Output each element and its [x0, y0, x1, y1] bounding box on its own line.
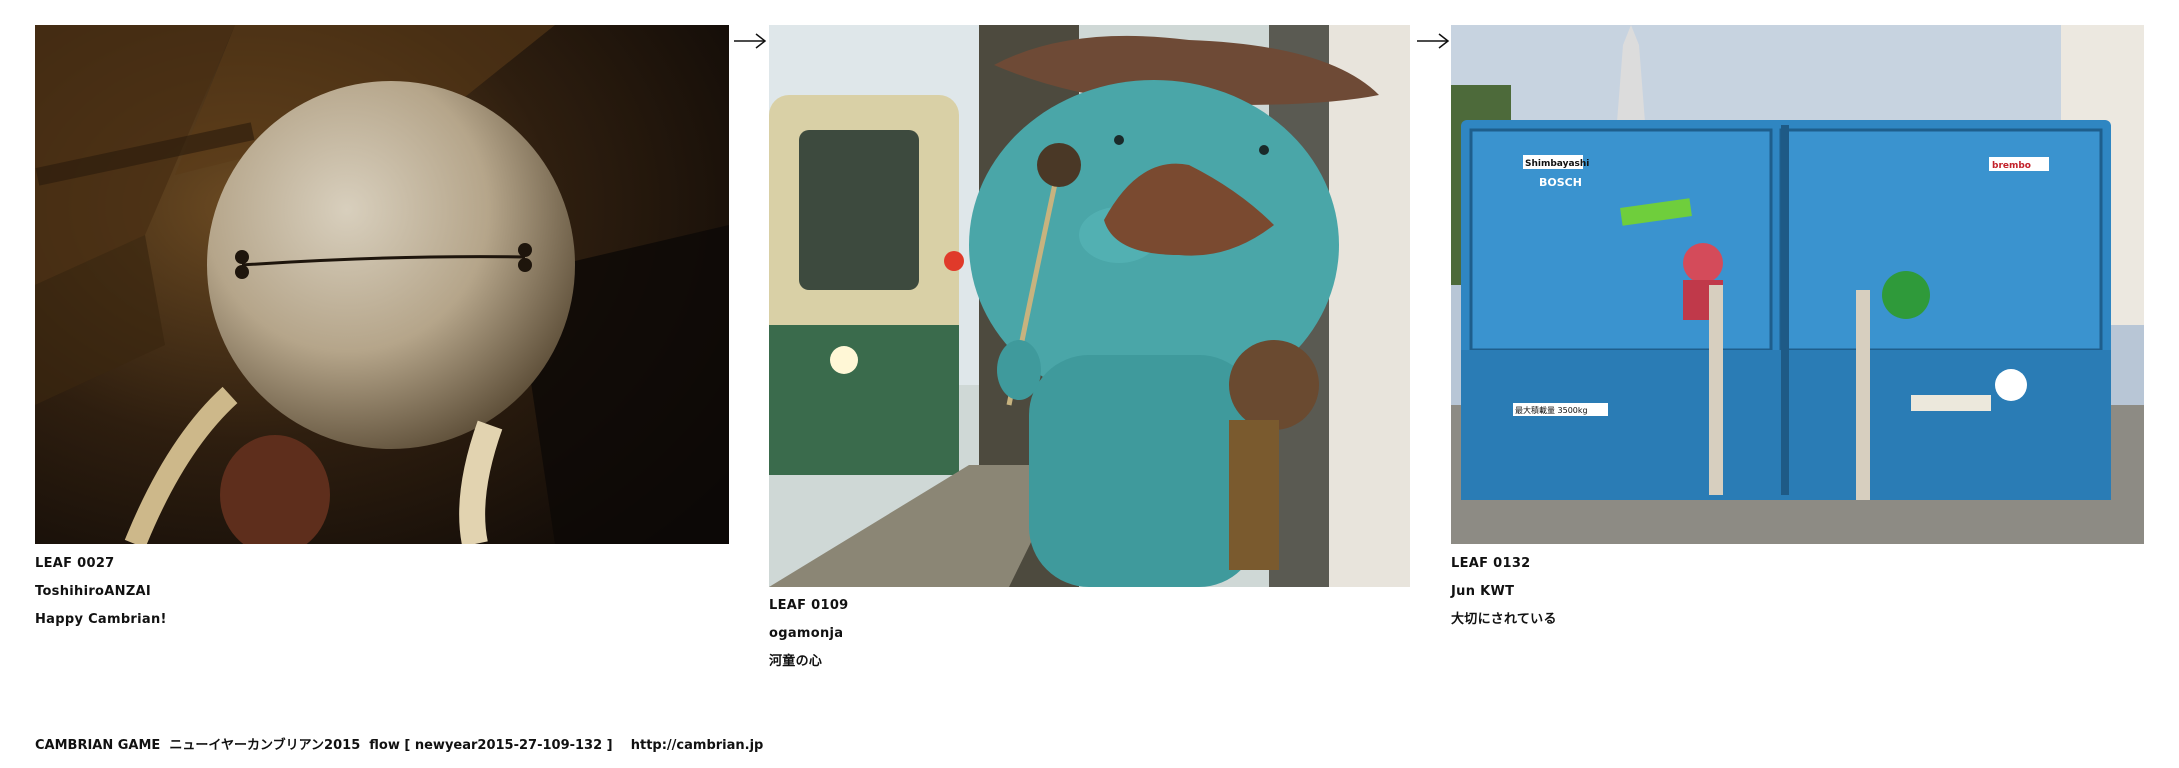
truck-sticker-2: BOSCH: [1539, 176, 1582, 189]
footer-text: CAMBRIAN GAME ニューイヤーカンブリアン2015 flow [ ne…: [35, 738, 613, 753]
leaf-title: 河童の心: [769, 654, 823, 669]
leaf-0027-photo[interactable]: [35, 25, 729, 544]
footer: CAMBRIAN GAME ニューイヤーカンブリアン2015 flow [ ne…: [35, 734, 763, 753]
arrow-right-icon: [734, 33, 767, 49]
leaf-0132-caption: LEAF 0132 Jun KWT 大切にされている: [1451, 550, 1557, 634]
truck-plate: 最大積載量 3500kg: [1515, 405, 1588, 415]
leaf-0132-photo[interactable]: Shimbayashi BOSCH brembo 最大積載量 3500kg: [1451, 25, 2144, 544]
leaf-title: Happy Cambrian!: [35, 612, 167, 627]
leaf-id: LEAF 0027: [35, 556, 115, 571]
leaf-id: LEAF 0109: [769, 598, 849, 613]
leaf-author: ToshihiroANZAI: [35, 584, 152, 599]
leaf-author: ogamonja: [769, 626, 844, 641]
arrow-right-icon: [1417, 33, 1450, 49]
leaf-title: 大切にされている: [1451, 612, 1557, 627]
leaf-author: Jun KWT: [1451, 584, 1515, 599]
leaf-0109-photo[interactable]: [769, 25, 1410, 587]
leaf-0027-caption: LEAF 0027 ToshihiroANZAI Happy Cambrian!: [35, 550, 167, 634]
leaf-0109-caption: LEAF 0109 ogamonja 河童の心: [769, 592, 849, 676]
leaf-id: LEAF 0132: [1451, 556, 1531, 571]
footer-link[interactable]: http://cambrian.jp: [631, 738, 764, 753]
truck-sticker-1: Shimbayashi: [1525, 159, 1589, 169]
truck-sticker-3: brembo: [1992, 161, 2031, 171]
